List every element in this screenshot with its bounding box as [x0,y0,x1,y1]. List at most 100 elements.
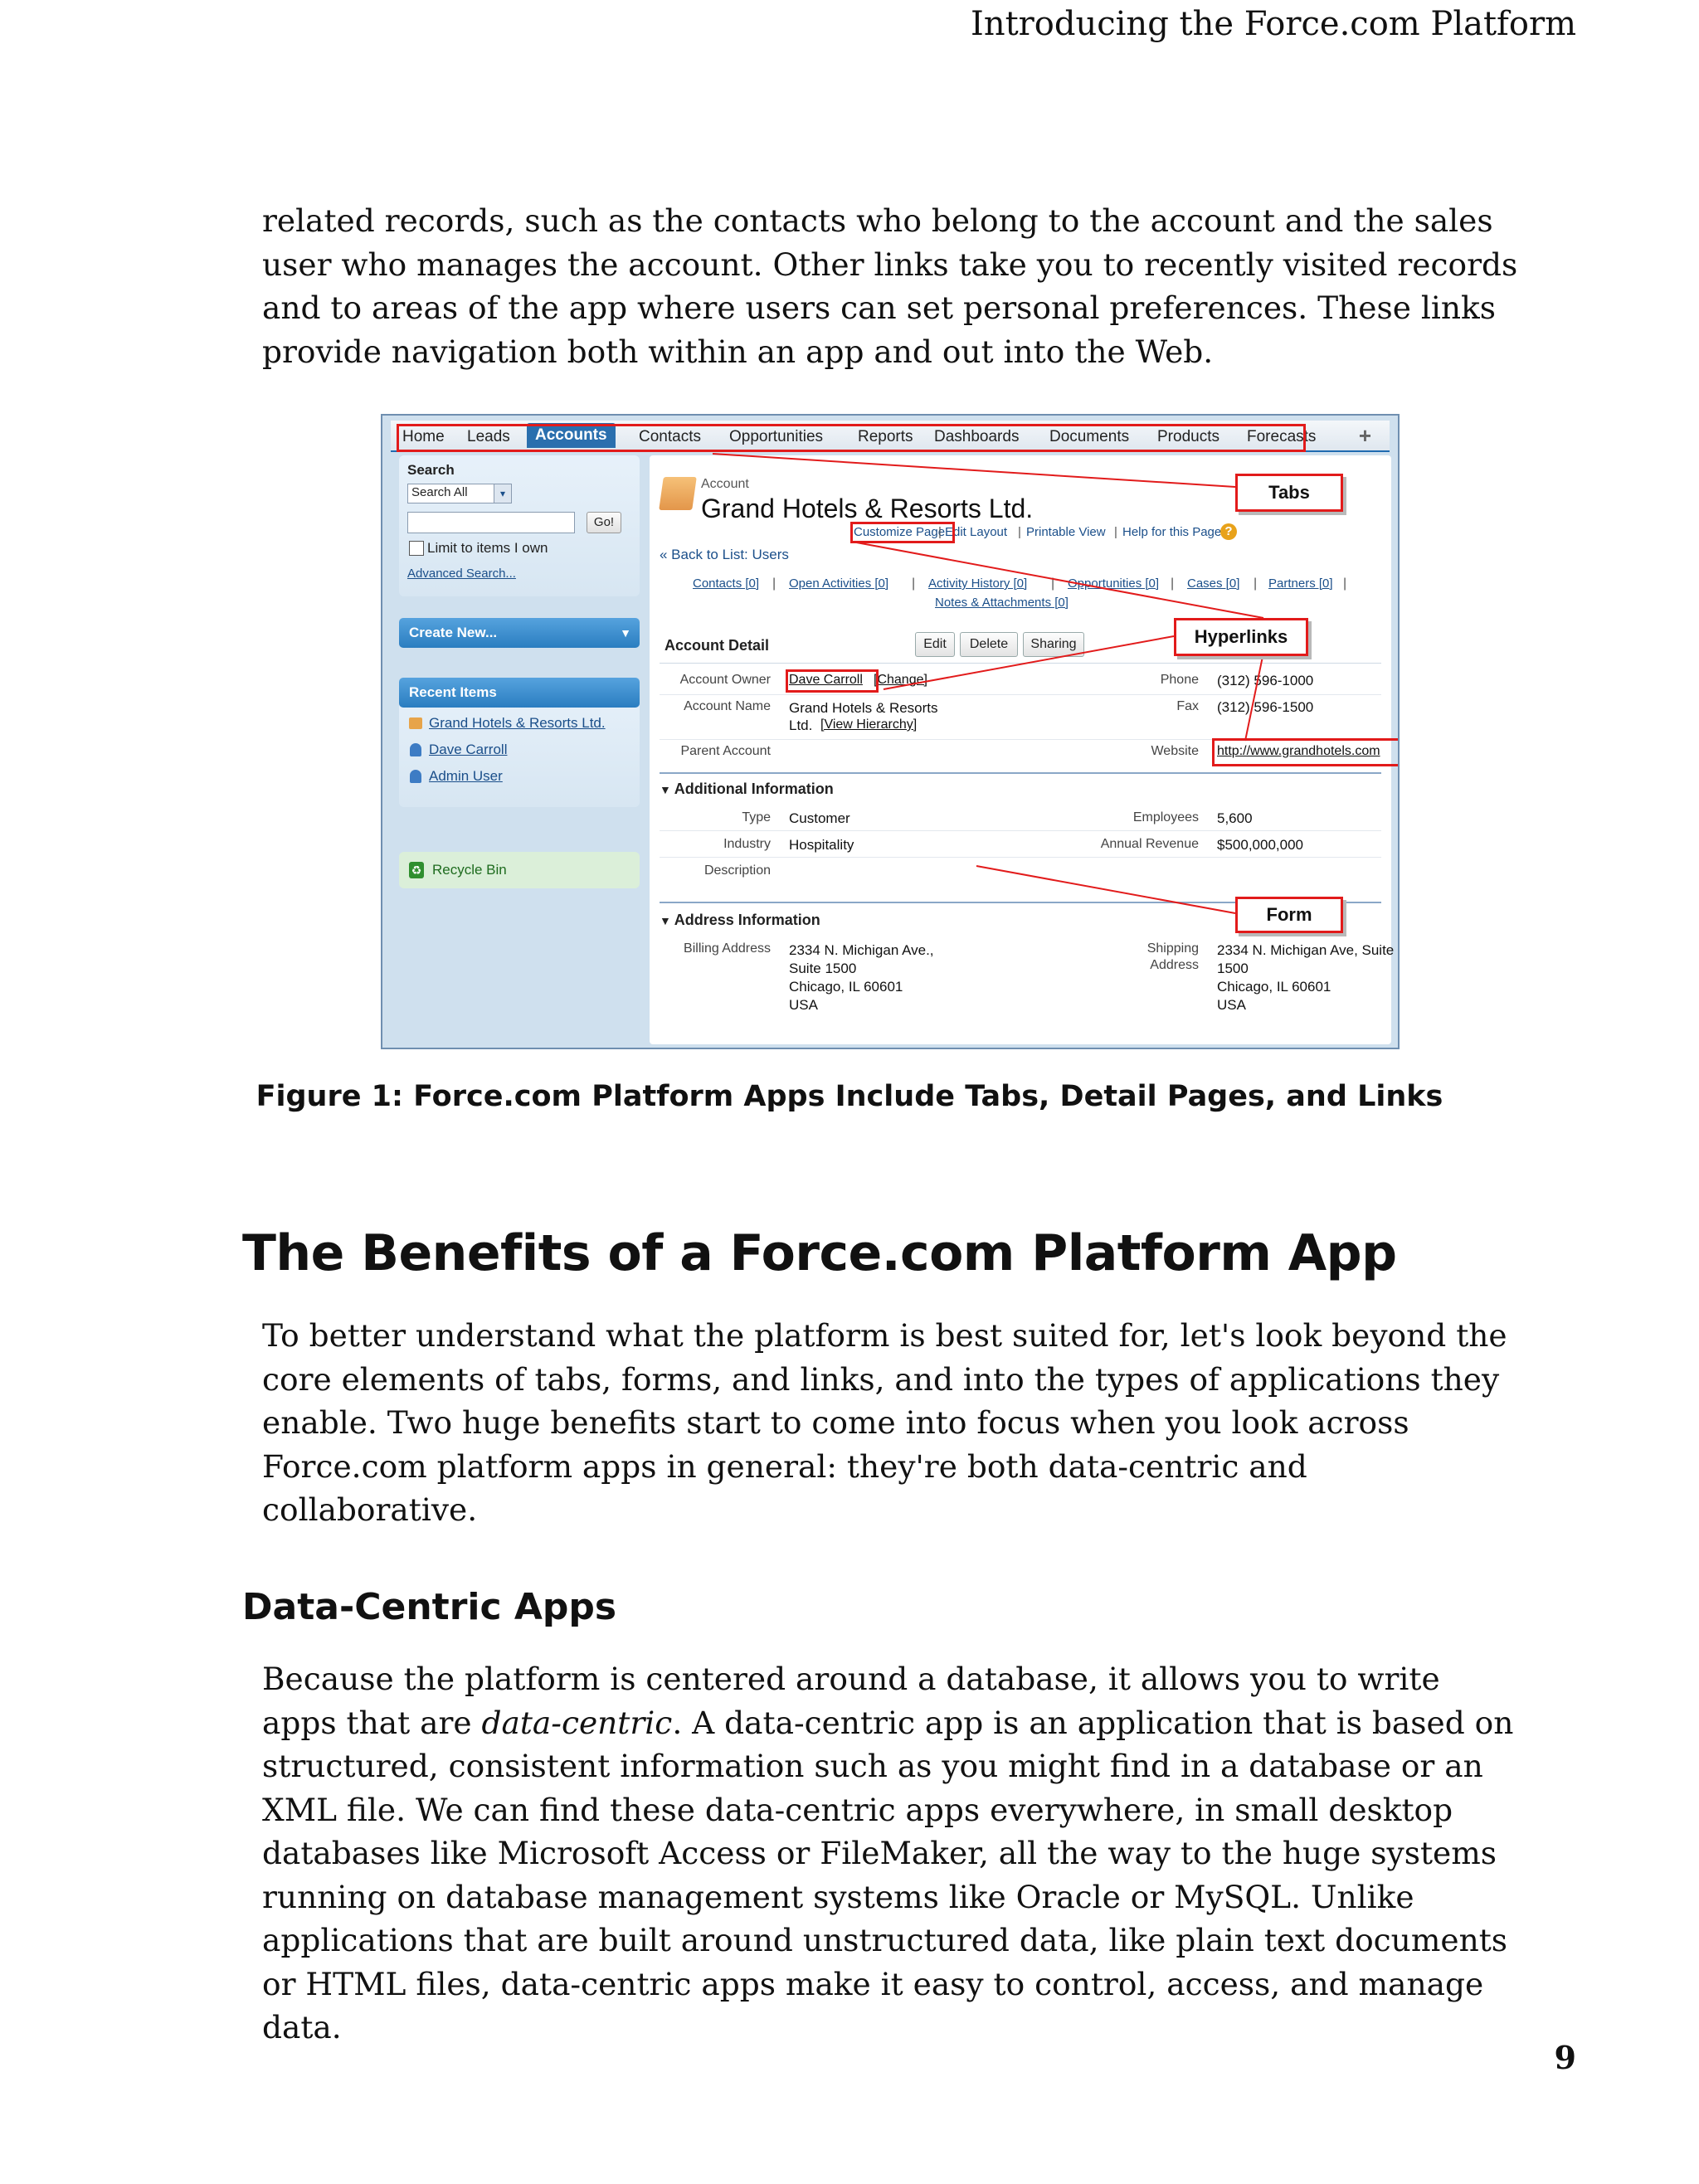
form-callout: Form [1235,897,1343,933]
address-info-title[interactable]: ▼ Address Information [660,912,820,929]
related-cases-link[interactable]: Cases [0] [1187,576,1239,591]
related-activity-history-link[interactable]: Activity History [0] [928,576,1027,591]
recycle-bin-label: Recycle Bin [432,862,507,878]
type-label: Type [742,810,771,824]
collapse-triangle-icon: ▼ [660,783,674,796]
detail-rule [660,663,1381,664]
intro-paragraph: related records, such as the contacts wh… [262,202,1518,370]
related-contacts-link[interactable]: Contacts [0] [693,576,759,591]
recycle-bin[interactable]: ♻ Recycle Bin [399,852,640,888]
phone-value: (312) 596-1000 [1217,673,1314,688]
website-link-highlight [1212,738,1398,766]
recent-item-admin-user[interactable]: Admin User [429,768,503,785]
website-label: Website [1151,744,1199,758]
link-separator: | [1254,576,1258,591]
printable-view-link[interactable]: Printable View [1026,525,1106,539]
data-centric-paragraph-end: . A data-centric app is an application t… [262,1704,1514,2046]
related-opportunities-link[interactable]: Opportunities [0] [1068,576,1159,591]
account-detail-page: Account Grand Hotels & Resorts Ltd. Cust… [650,455,1398,1044]
sharing-button[interactable]: Sharing [1023,632,1084,657]
account-owner-label: Account Owner [679,673,771,687]
fax-value: (312) 596-1500 [1217,699,1314,715]
search-scope-select[interactable]: Search All ▾ [407,484,512,503]
change-owner-link[interactable]: [Change] [874,673,927,688]
chevron-down-icon: ▼ [620,626,631,640]
parent-account-label: Parent Account [680,744,771,758]
owner-link-highlight [786,669,879,693]
link-separator: | [1343,576,1347,591]
record-name: Grand Hotels & Resorts Ltd. [701,494,1034,523]
link-separator: | [912,576,916,591]
shipping-line-1: 2334 N. Michigan Ave, Suite [1217,942,1395,958]
description-label: Description [703,863,771,878]
sidebar: Search Search All ▾ Go! Limit to items I… [391,455,641,1044]
hyperlinks-callout: Hyperlinks [1174,618,1308,656]
row-rule [660,857,1381,858]
back-to-list-link[interactable]: « Back to List: Users [660,547,789,563]
help-for-page-link[interactable]: Help for this Page [1122,525,1221,539]
add-tab-plus-icon[interactable]: + [1359,423,1371,449]
link-separator: | [1114,525,1117,539]
delete-button[interactable]: Delete [960,632,1018,657]
section-rule [660,772,1381,774]
link-separator: | [1171,576,1175,591]
data-centric-paragraph: Because the platform is centered around … [262,1657,1523,2050]
billing-line-2: Suite 1500 [789,961,857,976]
chevron-down-icon: ▾ [494,484,511,503]
running-head: Introducing the Force.com Platform [971,5,1576,43]
industry-label: Industry [723,837,771,851]
user-icon [410,743,421,756]
recent-item-dave-carroll[interactable]: Dave Carroll [429,742,507,758]
subsection-heading: Data-Centric Apps [242,1586,617,1628]
related-open-activities-link[interactable]: Open Activities [0] [789,576,888,591]
billing-line-4: USA [789,997,818,1013]
row-rule [660,694,1381,695]
billing-line-3: Chicago, IL 60601 [789,979,903,995]
advanced-search-link[interactable]: Advanced Search... [407,567,516,581]
page-number: 9 [1554,2039,1576,2076]
billing-line-1: 2334 N. Michigan Ave., [789,942,934,958]
recycle-bin-icon: ♻ [409,862,424,878]
object-label: Account [701,477,749,491]
tabs-highlight-box [397,424,1306,452]
benefits-paragraph: To better understand what the platform i… [262,1317,1507,1528]
employees-value: 5,600 [1217,810,1253,826]
phone-label: Phone [1160,673,1199,687]
collapse-triangle-icon: ▼ [660,914,674,927]
link-separator: | [772,576,776,591]
view-hierarchy-link[interactable]: [View Hierarchy] [820,717,917,732]
data-centric-term: data-centric [481,1704,673,1741]
account-name-value-line2: Ltd. [789,717,813,733]
annual-revenue-label: Annual Revenue [1100,837,1199,851]
search-scope-value: Search All [411,485,468,499]
search-input[interactable] [407,512,575,533]
go-button[interactable]: Go! [587,512,621,533]
search-panel: Search Search All ▾ Go! Limit to items I… [399,455,640,596]
related-partners-link[interactable]: Partners [0] [1268,576,1333,591]
limit-checkbox[interactable] [409,541,424,556]
edit-button[interactable]: Edit [915,632,955,657]
create-new-label: Create New... [409,625,498,640]
shipping-address-label-1: Shipping [1146,941,1199,956]
search-title: Search [407,462,455,478]
related-notes-attachments-link[interactable]: Notes & Attachments [0] [935,596,1069,610]
customize-page-highlight [850,522,955,543]
link-separator: | [1018,525,1021,539]
link-separator: | [1051,576,1055,591]
annual-revenue-value: $500,000,000 [1217,837,1303,853]
shipping-line-2: 1500 [1217,961,1249,976]
create-new-menu[interactable]: Create New... ▼ [399,618,640,648]
help-icon[interactable]: ? [1220,523,1237,540]
employees-label: Employees [1132,810,1199,824]
fax-label: Fax [1176,699,1199,713]
recent-item-account[interactable]: Grand Hotels & Resorts Ltd. [429,715,606,732]
account-name-value-line1: Grand Hotels & Resorts [789,700,938,716]
recent-items-panel: Recent Items Grand Hotels & Resorts Ltd.… [399,678,640,807]
account-name-label: Account Name [684,699,771,713]
additional-info-title[interactable]: ▼ Additional Information [660,781,834,798]
shipping-line-3: Chicago, IL 60601 [1217,979,1331,995]
row-rule [660,830,1381,831]
recent-items-title: Recent Items [399,678,640,708]
tabs-callout: Tabs [1235,474,1343,512]
section-heading: The Benefits of a Force.com Platform App [242,1224,1397,1282]
